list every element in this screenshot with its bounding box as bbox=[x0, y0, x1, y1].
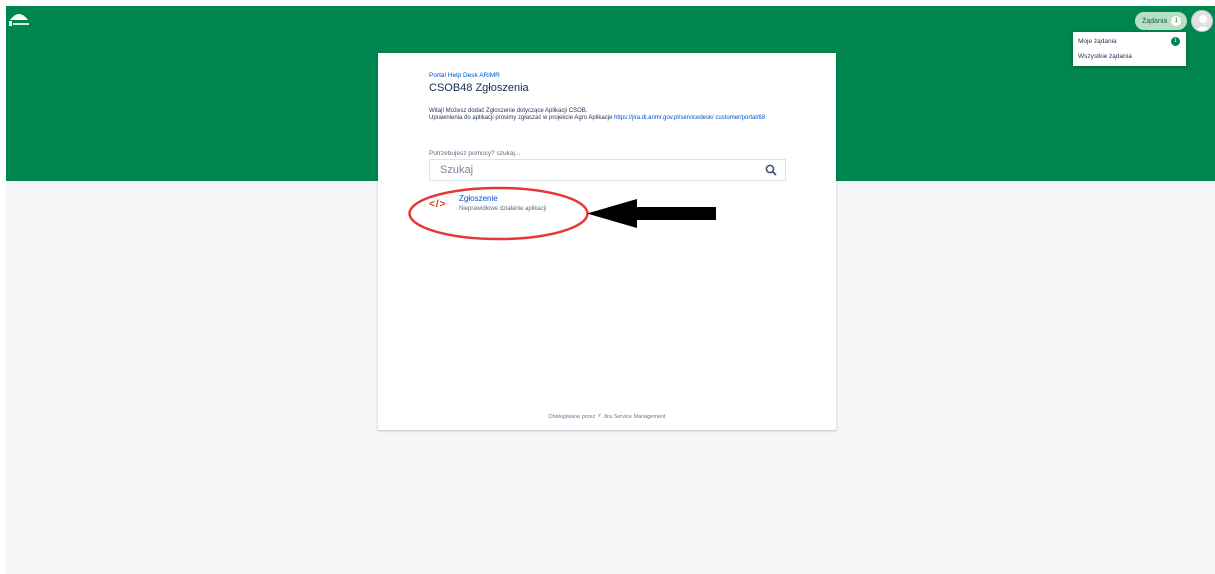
help-search-label: Potrzebujesz pomocy? szukaj... bbox=[429, 150, 521, 157]
page-frame: Żądania 1 Moje żądania 1 Wszystkie żądan… bbox=[6, 6, 1215, 574]
user-avatar[interactable] bbox=[1191, 10, 1213, 32]
jira-bolt-icon: ⚡ bbox=[596, 413, 602, 420]
portal-card: Portal Help Desk ARiMR CSOB48 Zgłoszenia… bbox=[378, 53, 836, 430]
welcome-line-2: Uprawnienia do aplikacji prosimy zgłasza… bbox=[429, 115, 789, 122]
footer-product-link[interactable]: Jira Service Management bbox=[603, 414, 665, 420]
my-requests-count-badge: 1 bbox=[1171, 36, 1180, 46]
search-icon[interactable] bbox=[765, 164, 777, 176]
agro-portal-link[interactable]: https://jira.di.arimr.gov.pl/servicedesk… bbox=[614, 115, 765, 121]
menu-item-label: Wszystkie żądania bbox=[1078, 52, 1132, 60]
user-icon bbox=[1195, 15, 1211, 31]
welcome-line-1: Witaj! Możesz dodać Zgłoszenie dotyczące… bbox=[429, 108, 588, 114]
search-input[interactable] bbox=[430, 160, 760, 180]
requests-label: Żądania bbox=[1142, 17, 1168, 25]
welcome-line-2-text: Uprawnienia do aplikacji prosimy zgłasza… bbox=[429, 115, 613, 121]
footer-prefix: Obsługiwane przez bbox=[548, 414, 596, 420]
requests-button[interactable]: Żądania 1 bbox=[1135, 12, 1187, 30]
search-box bbox=[429, 159, 786, 181]
requests-count-badge: 1 bbox=[1171, 16, 1182, 26]
arimr-logo[interactable] bbox=[8, 8, 30, 28]
requests-dropdown-menu: Moje żądania 1 Wszystkie żądania bbox=[1073, 32, 1186, 66]
page-title: CSOB48 Zgłoszenia bbox=[429, 82, 529, 94]
powered-by-footer: Obsługiwane przez ⚡ Jira Service Managem… bbox=[378, 412, 836, 420]
breadcrumb[interactable]: Portal Help Desk ARiMR bbox=[429, 72, 500, 79]
menu-item-label: Moje żądania bbox=[1078, 37, 1117, 45]
annotation-arrow bbox=[587, 199, 716, 228]
menu-item-all-requests[interactable]: Wszystkie żądania bbox=[1078, 50, 1183, 62]
annotation-ellipse bbox=[408, 186, 589, 241]
menu-item-my-requests[interactable]: Moje żądania 1 bbox=[1078, 35, 1183, 47]
welcome-message: Witaj! Możesz dodać Zgłoszenie dotyczące… bbox=[429, 108, 789, 122]
